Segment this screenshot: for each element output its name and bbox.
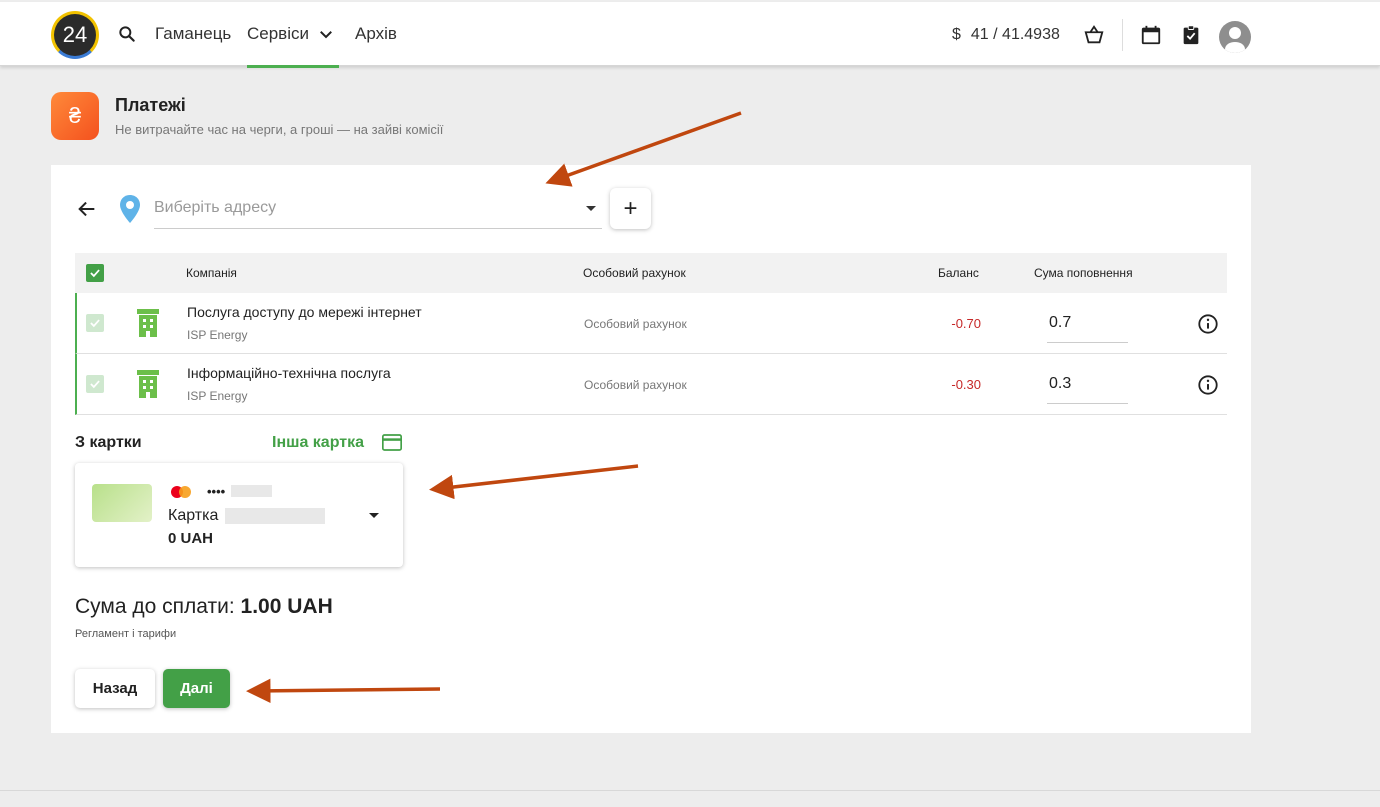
next-button[interactable]: Далі xyxy=(163,669,230,708)
logo-text: 24 xyxy=(62,22,88,47)
card-name-hidden xyxy=(225,508,325,524)
building-icon xyxy=(137,309,159,337)
column-topup-amount: Сума поповнення xyxy=(1034,266,1133,280)
provider-name: ISP Energy xyxy=(187,328,248,342)
chevron-down-icon[interactable] xyxy=(317,25,335,43)
back-button[interactable]: Назад xyxy=(75,669,155,708)
from-card-label: З картки xyxy=(75,434,142,451)
card-number-hidden xyxy=(231,485,272,497)
arrow-left-icon[interactable] xyxy=(76,198,98,220)
credit-card-icon[interactable] xyxy=(382,434,402,451)
column-balance: Баланс xyxy=(938,266,979,280)
address-placeholder: Виберіть адресу xyxy=(154,199,277,216)
nav-active-indicator xyxy=(247,65,339,68)
nav-archive[interactable]: Архів xyxy=(355,24,397,44)
search-icon[interactable] xyxy=(117,24,137,44)
balance-value: -0.30 xyxy=(951,377,981,392)
column-company: Компанія xyxy=(186,266,237,280)
exchange-rate[interactable]: $41 / 41.4938 xyxy=(952,26,1060,44)
page-subtitle: Не витрачайте час на черги, а гроші — на… xyxy=(115,122,444,137)
page-title: Платежі xyxy=(115,95,186,115)
row-checkbox[interactable] xyxy=(86,314,104,332)
info-icon[interactable] xyxy=(1197,374,1219,396)
balance-value: -0.70 xyxy=(951,316,981,331)
privat24-logo[interactable]: 24 xyxy=(51,11,99,59)
account-number: Особовий рахунок xyxy=(584,378,687,392)
card-number-mask: •••• xyxy=(207,484,226,499)
clipboard-check-icon[interactable] xyxy=(1180,24,1202,46)
total-amount: 1.00 UAH xyxy=(240,595,333,618)
table-header: Компанія Особовий рахунок Баланс Сума по… xyxy=(75,253,1227,293)
hryvnia-glyph: ₴ xyxy=(68,103,82,128)
payment-form-card xyxy=(51,165,1251,733)
top-navigation-bar: 24 Гаманець Сервіси Архів $41 / 41.4938 xyxy=(0,2,1380,68)
provider-name: ISP Energy xyxy=(187,389,248,403)
payments-icon: ₴ xyxy=(51,92,99,140)
building-icon xyxy=(137,370,159,398)
address-select[interactable]: Виберіть адресу xyxy=(154,193,602,229)
topup-amount-input[interactable]: 0.3 xyxy=(1047,367,1128,404)
check-icon xyxy=(90,380,100,389)
add-address-button[interactable]: + xyxy=(610,188,651,229)
total-label: Сума до сплати: xyxy=(75,595,235,618)
tariffs-link[interactable]: Регламент і тарифи xyxy=(75,628,176,640)
column-account: Особовий рахунок xyxy=(583,266,686,280)
divider xyxy=(1122,19,1123,51)
basket-icon[interactable] xyxy=(1083,24,1105,46)
total-to-pay: Сума до сплати: 1.00 UAH xyxy=(75,595,333,619)
nav-services[interactable]: Сервіси xyxy=(247,24,309,44)
user-icon xyxy=(1225,27,1245,53)
table-row: Інформаційно-технічна послуга ISP Energy… xyxy=(75,354,1227,415)
nav-wallet[interactable]: Гаманець xyxy=(155,24,231,44)
select-all-checkbox[interactable] xyxy=(86,264,104,282)
check-icon xyxy=(90,269,100,278)
row-checkbox[interactable] xyxy=(86,375,104,393)
card-balance: 0 UAH xyxy=(168,530,214,547)
avatar[interactable] xyxy=(1219,21,1251,53)
company-name: Інформаційно-технічна послуга xyxy=(187,365,391,381)
other-card-link[interactable]: Інша картка xyxy=(272,434,364,452)
info-icon[interactable] xyxy=(1197,313,1219,335)
card-select[interactable]: •••• Картка 0 UAH xyxy=(75,463,403,567)
card-name: Картка xyxy=(168,507,219,524)
mastercard-icon xyxy=(171,486,191,498)
caret-down-icon[interactable] xyxy=(369,513,379,518)
table-row: Послуга доступу до мережі інтернет ISP E… xyxy=(75,293,1227,354)
check-icon xyxy=(90,319,100,328)
calendar-icon[interactable] xyxy=(1140,24,1162,46)
dollar-icon: $ xyxy=(952,26,961,43)
exchange-rate-value: 41 / 41.4938 xyxy=(970,26,1060,43)
topup-amount-input[interactable]: 0.7 xyxy=(1047,306,1128,343)
caret-down-icon xyxy=(586,206,596,211)
divider xyxy=(0,790,1380,791)
location-pin-icon xyxy=(120,195,140,223)
company-name: Послуга доступу до мережі інтернет xyxy=(187,304,422,320)
account-number: Особовий рахунок xyxy=(584,317,687,331)
card-thumbnail xyxy=(92,484,152,522)
